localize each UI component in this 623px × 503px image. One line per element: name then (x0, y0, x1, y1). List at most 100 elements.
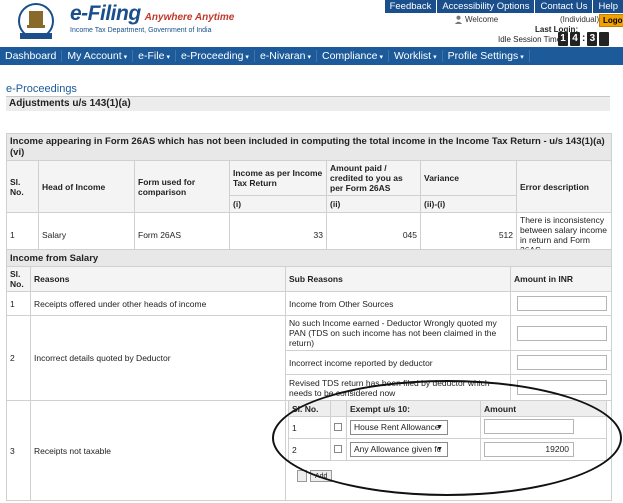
timer-separator: : (582, 33, 586, 44)
brand-subtitle: Income Tax Department, Government of Ind… (70, 27, 212, 34)
cell-sl-no: 3 (6, 400, 31, 501)
timer-digit (599, 32, 610, 46)
cell-sl-no: 2 (6, 315, 31, 401)
chevron-down-icon: ▾ (307, 54, 311, 61)
form26as-table: Income appearing in Form 26AS which has … (6, 133, 612, 258)
nav-label: e-File (138, 50, 165, 62)
top-links: Feedback Accessibility Options Contact U… (383, 0, 623, 13)
nav-label: Compliance (321, 50, 378, 62)
amount-input[interactable] (484, 419, 574, 434)
delete-row-button[interactable] (297, 470, 307, 482)
chevron-down-icon: ▾ (520, 54, 524, 61)
add-row-button[interactable]: Add (310, 470, 333, 482)
col-header: Income as per Income Tax Return (229, 160, 327, 196)
amount-input[interactable] (517, 325, 607, 341)
nav-my-account[interactable]: My Account ▾ (62, 50, 134, 62)
header: e-Filing Anywhere Anytime Income Tax Depa… (0, 0, 623, 46)
nav-profile-settings[interactable]: Profile Settings ▾ (443, 50, 530, 62)
col-subheader: (ii) (326, 195, 421, 213)
cell-sl-no: 1 (6, 291, 31, 316)
col-header: Amount paid / credited to you as per For… (326, 160, 421, 196)
amount-input[interactable]: 19200 (484, 442, 574, 457)
cell-sub-reason: Income from Other Sources (285, 291, 511, 316)
cell-exempt: Any Allowance given fc ▼ (346, 438, 481, 461)
contact-link[interactable]: Contact Us (534, 0, 593, 13)
cell-income-value: 33 (313, 229, 323, 240)
row-checkbox[interactable] (334, 422, 342, 431)
nav-label: Dashboard (5, 50, 57, 62)
nav-e-nivaran[interactable]: e-Nivaran ▾ (255, 50, 317, 62)
cell-sub-reason: Revised TDS return has been filed by ded… (285, 374, 511, 401)
table-caption: Income appearing in Form 26AS which has … (6, 133, 612, 161)
welcome-text: Welcome (465, 15, 499, 24)
exempt-select[interactable]: Any Allowance given fc ▼ (350, 442, 448, 457)
cell-amount (510, 350, 612, 375)
table-row: 2 Incorrect details quoted by Deductor N… (6, 315, 612, 401)
emblem-logo (18, 3, 54, 39)
table-row: 2 Any Allowance given fc ▼ 19200 (288, 438, 607, 461)
nav-worklist[interactable]: Worklist ▾ (389, 50, 443, 62)
nav-dashboard[interactable]: Dashboard (0, 50, 63, 62)
col-header: Amount (480, 400, 607, 417)
main-nav: Dashboard My Account ▾ e-File ▾ e-Proceedi… (0, 47, 623, 65)
idle-timer: 1 4 : 3 (558, 32, 610, 46)
col-subheader: (ii)-(i) (420, 195, 517, 213)
cell-amount (510, 315, 612, 351)
nav-label: e-Proceeding (180, 50, 244, 62)
row-action-buttons: Add (297, 470, 333, 482)
idle-timer-label: Idle Session Timer (498, 35, 564, 44)
col-header: Reasons (30, 266, 286, 292)
col-header: Sl. No. (288, 400, 331, 417)
help-link[interactable]: Help (592, 0, 623, 13)
cell-amount-value: 045 (402, 229, 417, 240)
nav-label: Profile Settings (447, 50, 519, 62)
cell-reason: Receipts not taxable (30, 400, 286, 501)
amount-input[interactable] (517, 296, 607, 311)
cell-amount (480, 416, 607, 439)
redaction (376, 231, 403, 241)
cell-variance-value: 512 (498, 229, 513, 240)
salary-income-table: Income from Salary Sl. No. Reasons Sub R… (6, 249, 612, 501)
cell-amount: 19200 (480, 438, 607, 461)
brand-name: e-Filing (70, 2, 141, 25)
chevron-down-icon: ▾ (123, 54, 128, 61)
section-title: Adjustments u/s 143(1)(a) (6, 97, 610, 111)
brand-tagline: Anywhere Anytime (144, 12, 235, 23)
nav-e-file[interactable]: e-File ▾ (133, 50, 176, 62)
chevron-down-icon: ▾ (379, 54, 383, 61)
user-type: (Individual) (560, 15, 600, 24)
amount-input[interactable] (517, 380, 607, 395)
timer-digit: 1 (558, 32, 568, 46)
cell-sl-no: 2 (288, 438, 331, 461)
user-icon (454, 15, 463, 24)
row-checkbox[interactable] (334, 444, 342, 453)
col-header: Head of Income (38, 160, 135, 213)
col-header: Error description (516, 160, 612, 213)
chevron-down-icon: ▾ (433, 54, 437, 61)
page-title: e-Proceedings (6, 83, 77, 95)
col-header: Sub Reasons (285, 266, 511, 292)
exempt-select[interactable]: House Rent Allowance ▼ (350, 420, 448, 435)
amount-input[interactable] (517, 355, 607, 370)
nav-label: Worklist (393, 50, 432, 62)
accessibility-link[interactable]: Accessibility Options (436, 0, 535, 13)
cell-checkbox (330, 416, 347, 439)
table-caption: Income from Salary (6, 249, 612, 267)
nav-compliance[interactable]: Compliance ▾ (317, 50, 389, 62)
select-value: House Rent Allowance (354, 422, 440, 432)
chevron-down-icon: ▼ (436, 446, 443, 453)
cell-checkbox (330, 438, 347, 461)
cell-reason: Receipts offered under other heads of in… (30, 291, 286, 316)
col-subheader: (i) (229, 195, 327, 213)
nav-label: e-Nivaran (259, 50, 306, 62)
logout-button[interactable]: Logout (599, 14, 623, 27)
nav-e-proceeding[interactable]: e-Proceeding ▾ (176, 50, 255, 62)
col-header: Form used for comparison (134, 160, 230, 213)
feedback-link[interactable]: Feedback (383, 0, 437, 13)
cell-sl-no: 1 (288, 416, 331, 439)
redaction (287, 231, 314, 241)
chevron-down-icon: ▾ (166, 54, 170, 61)
exempt-allowance-table: Sl. No. Exempt u/s 10: Amount 1 House Re… (288, 400, 607, 461)
chevron-down-icon: ▾ (245, 54, 249, 61)
col-header: Sl. No. (6, 160, 39, 213)
